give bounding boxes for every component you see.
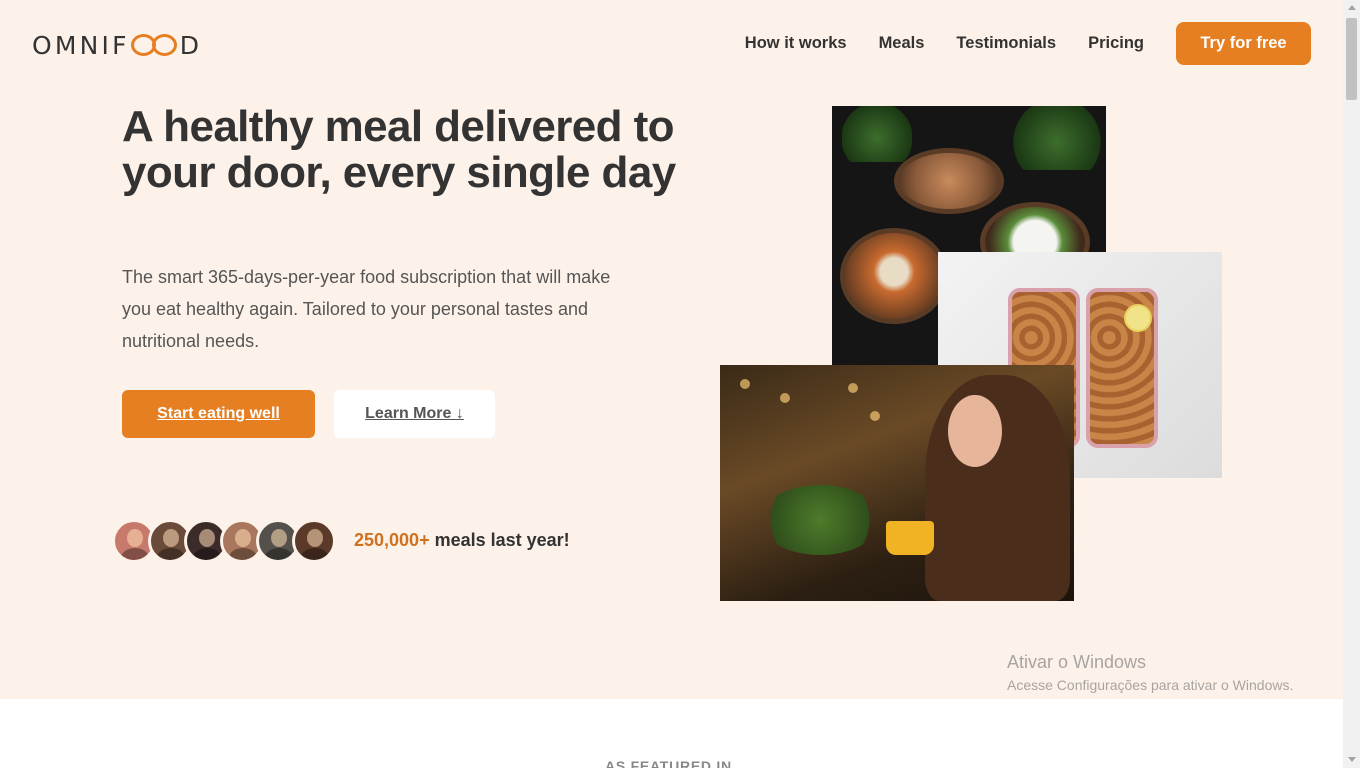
vertical-scrollbar[interactable] [1343, 0, 1360, 768]
hero-title: A healthy meal delivered to your door, e… [122, 102, 676, 197]
woman-eating-image [720, 365, 1074, 601]
nav-link-how-it-works[interactable]: How it works [745, 34, 847, 53]
start-eating-well-button[interactable]: Start eating well [122, 390, 315, 438]
scrollbar-thumb[interactable] [1346, 18, 1357, 100]
nav-link-meals[interactable]: Meals [879, 34, 925, 53]
try-for-free-button[interactable]: Try for free [1176, 22, 1311, 65]
learn-more-button[interactable]: Learn More ↓ [334, 390, 495, 438]
main-navigation: How it works Meals Testimonials Pricing … [713, 22, 1311, 65]
windows-activation-watermark: Ativar o Windows Acesse Configurações pa… [1007, 652, 1293, 693]
scroll-up-arrow-icon[interactable] [1348, 5, 1356, 10]
meals-delivered-text: 250,000+ meals last year! [354, 530, 570, 551]
omnifood-logo[interactable]: OMNIF D [32, 30, 202, 60]
customer-avatars [112, 519, 336, 563]
meals-count: 250,000+ [354, 530, 430, 550]
meals-label: meals last year! [429, 530, 570, 550]
featured-in-heading: AS FEATURED IN [605, 758, 732, 768]
nav-link-testimonials[interactable]: Testimonials [956, 34, 1056, 53]
hero-section: OMNIF D How it works Meals Testimonials P… [0, 0, 1343, 699]
avatar [292, 519, 336, 563]
infinity-logo-icon [130, 34, 179, 56]
logo-text: OMNIF [32, 30, 130, 60]
watermark-subtitle: Acesse Configurações para ativar o Windo… [1007, 677, 1294, 693]
scroll-down-arrow-icon[interactable] [1348, 757, 1356, 762]
watermark-title: Ativar o Windows [1007, 652, 1147, 672]
hero-description: The smart 365-days-per-year food subscri… [122, 267, 611, 351]
nav-link-pricing[interactable]: Pricing [1088, 34, 1144, 53]
